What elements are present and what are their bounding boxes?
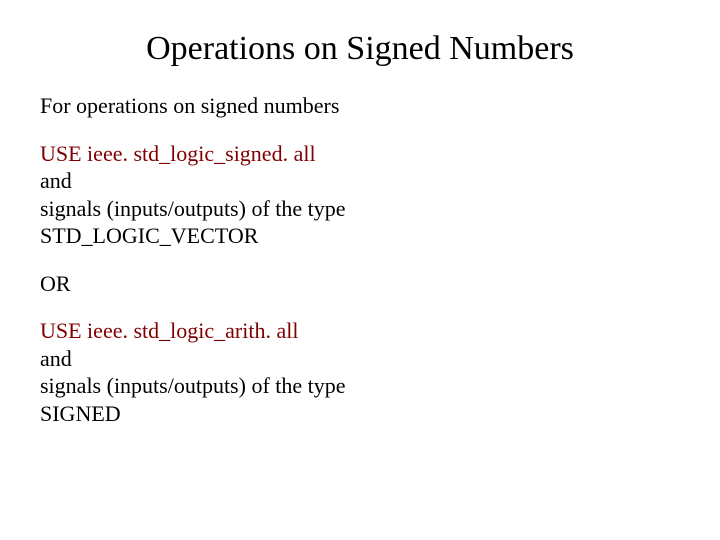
signals-desc-1: signals (inputs/outputs) of the type: [40, 195, 680, 223]
type-name-2: SIGNED: [40, 400, 680, 428]
slide-title: Operations on Signed Numbers: [40, 30, 680, 68]
use-statement-2: USE ieee. std_logic_arith. all: [40, 317, 680, 345]
type-name-1: STD_LOGIC_VECTOR: [40, 222, 680, 250]
use-statement-1: USE ieee. std_logic_signed. all: [40, 140, 680, 168]
option-block-2: USE ieee. std_logic_arith. all and signa…: [40, 317, 680, 427]
option-block-1: USE ieee. std_logic_signed. all and sign…: [40, 140, 680, 250]
signals-desc-2: signals (inputs/outputs) of the type: [40, 372, 680, 400]
conjunction-2: and: [40, 345, 680, 373]
intro-text: For operations on signed numbers: [40, 92, 680, 120]
or-separator: OR: [40, 270, 680, 298]
slide: Operations on Signed Numbers For operati…: [0, 0, 720, 540]
conjunction-1: and: [40, 167, 680, 195]
